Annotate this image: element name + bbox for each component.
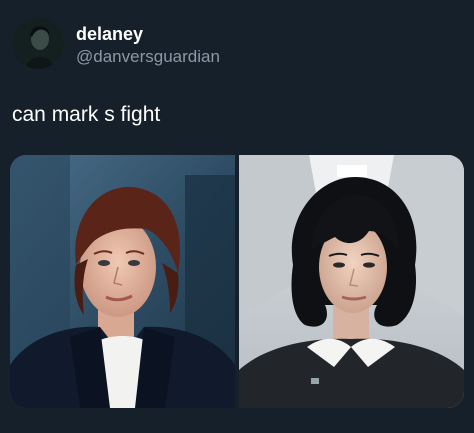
photo-woman-red-bob-icon	[10, 155, 235, 408]
photo-woman-black-bob-icon	[239, 155, 464, 408]
tweet: delaney @danversguardian can mark s figh…	[0, 0, 474, 433]
media-image-left[interactable]	[10, 155, 235, 408]
avatar[interactable]	[12, 17, 64, 69]
media-image-right[interactable]	[239, 155, 464, 408]
user-info: delaney @danversguardian	[76, 24, 220, 67]
user-handle[interactable]: @danversguardian	[76, 47, 220, 67]
tweet-text: can mark s fight	[12, 103, 161, 126]
media-grid	[10, 155, 464, 408]
display-name[interactable]: delaney	[76, 24, 220, 45]
avatar-image-icon	[12, 17, 64, 69]
